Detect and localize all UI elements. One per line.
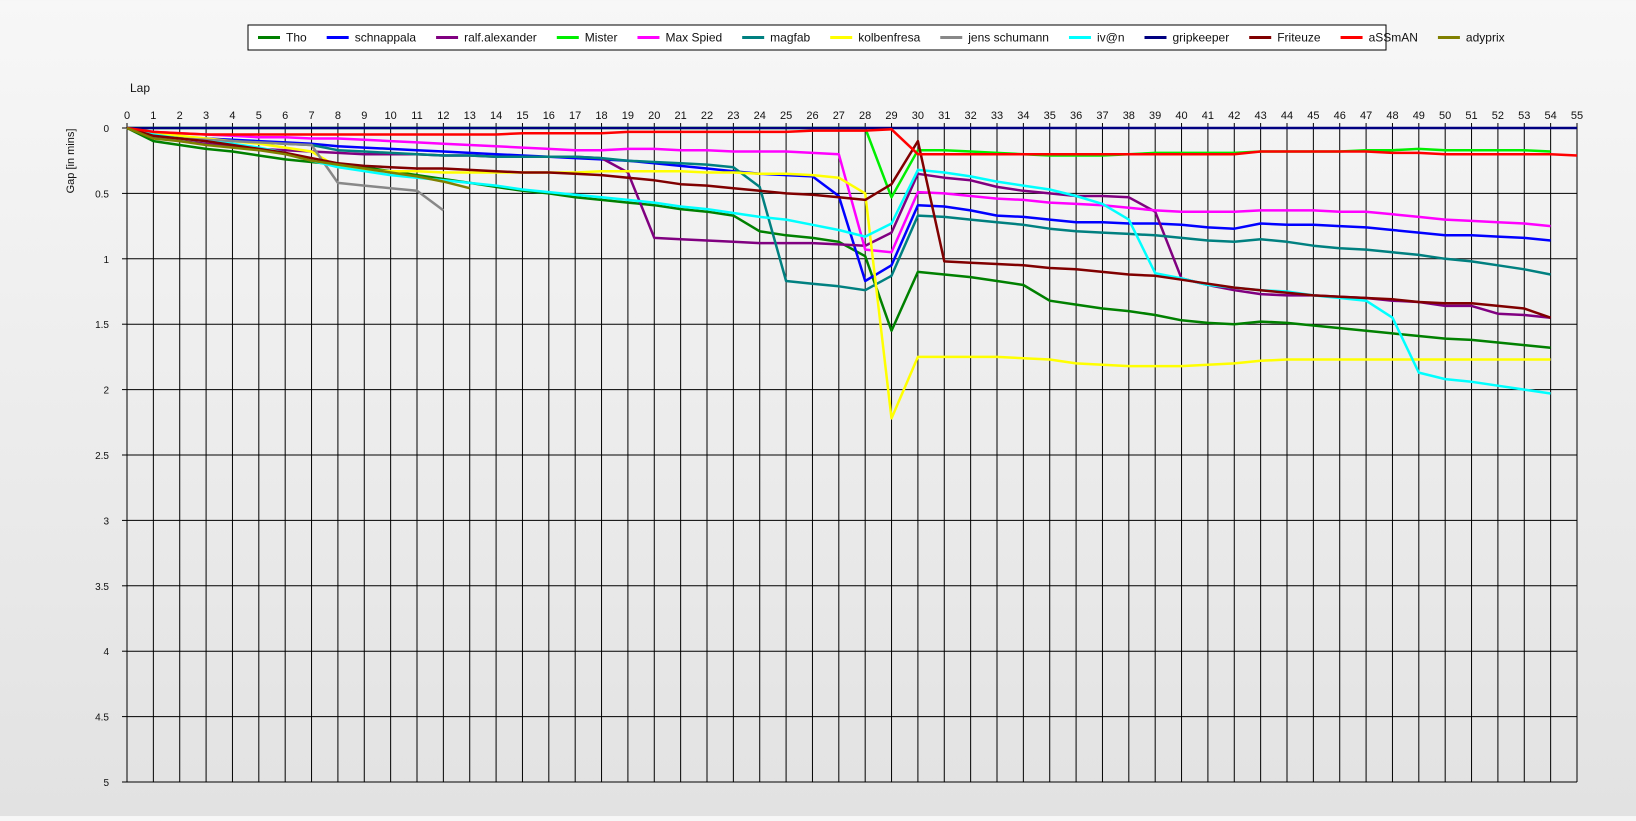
legend-label-5: magfab [770,31,810,45]
x-tick-label: 13 [464,110,476,122]
x-tick-label: 24 [754,110,766,122]
x-tick-label: 15 [516,110,528,122]
x-tick-label: 44 [1281,110,1293,122]
y-tick-label: 4 [103,647,109,658]
x-tick-label: 36 [1070,110,1082,122]
x-tick-label: 17 [569,110,581,122]
legend-label-4: Max Spied [665,31,722,45]
y-tick-label: 1.5 [95,320,109,331]
x-tick-label: 38 [1123,110,1135,122]
x-tick-label: 5 [256,110,262,122]
y-tick-label: 3 [103,516,109,527]
legend-label-11: aSSmAN [1369,31,1418,45]
legend-label-2: ralf.alexander [464,31,537,45]
x-tick-label: 3 [203,110,209,122]
legend-label-6: kolbenfresa [858,31,920,45]
y-tick-label: 0 [103,124,109,135]
y-tick-label: 2.5 [95,451,109,462]
x-tick-label: 6 [282,110,288,122]
x-tick-label: 16 [543,110,555,122]
x-tick-label: 10 [385,110,397,122]
y-tick-label: 0.5 [95,189,109,200]
x-tick-label: 35 [1044,110,1056,122]
x-tick-label: 23 [727,110,739,122]
x-tick-label: 47 [1360,110,1372,122]
gap-chart: Tho schnappala ralf.alexander Mister Max Spi… [65,24,1583,789]
legend-label-0: Tho [286,31,307,45]
x-tick-label: 33 [991,110,1003,122]
x-tick-label: 12 [437,110,449,122]
x-tick-label: 25 [780,110,792,122]
x-tick-label: 29 [885,110,897,122]
x-tick-label: 42 [1228,110,1240,122]
legend-label-8: iv@n [1097,31,1125,45]
series-layer [126,126,1578,420]
legend-label-10: Friteuze [1277,31,1321,45]
x-tick-label: 55 [1571,110,1583,122]
y-tick-label: 4.5 [95,713,109,724]
x-tick-label: 11 [411,110,422,122]
legend: Tho schnappala ralf.alexander Mister Max Spi… [247,24,1505,51]
legend-label-3: Mister [585,31,618,45]
x-tick-label: 32 [965,110,977,122]
y-tick-label: 5 [103,778,109,789]
x-tick-label: 43 [1255,110,1267,122]
x-tick-label: 51 [1465,110,1477,122]
x-tick-label: 0 [124,110,130,122]
x-tick-label: 26 [806,110,818,122]
x-tick-label: 4 [229,110,235,122]
y-tick-label: 1 [103,255,109,266]
x-tick-label: 49 [1413,110,1425,122]
chart-root: Tho schnappala ralf.alexander Mister Max Spi… [0,0,1636,816]
x-tick-label: 30 [912,110,924,122]
x-tick-label: 8 [335,110,341,122]
legend-label-9: gripkeeper [1173,31,1230,45]
y-tick-label: 3.5 [95,582,109,593]
x-tick-label: 31 [938,110,950,122]
legend-label-7: jens schumann [967,31,1049,45]
x-tick-label: 19 [622,110,634,122]
x-tick-label: 1 [150,110,156,122]
x-tick-label: 28 [859,110,871,122]
x-tick-label: 41 [1202,110,1214,122]
y-tick-label: 2 [103,386,109,397]
x-tick-label: 20 [648,110,660,122]
x-tick-label: 37 [1096,110,1108,122]
x-tick-label: 50 [1439,110,1451,122]
x-tick-label: 27 [833,110,845,122]
x-axis-label: Lap [130,81,150,95]
x-tick-label: 2 [177,110,183,122]
legend-label-12: adyprix [1466,31,1505,45]
y-axis-label: Gap [in mins] [65,129,77,194]
legend-label-1: schnappala [355,31,417,45]
x-tick-label: 53 [1518,110,1530,122]
x-tick-label: 34 [1017,110,1029,122]
x-tick-label: 7 [308,110,314,122]
x-tick-label: 14 [490,110,502,122]
x-tick-label: 21 [675,110,687,122]
x-tick-label: 39 [1149,110,1161,122]
x-tick-label: 22 [701,110,713,122]
x-tick-label: 40 [1175,110,1187,122]
x-tick-label: 18 [595,110,607,122]
x-tick-label: 54 [1545,110,1557,122]
x-tick-label: 9 [361,110,367,122]
x-tick-label: 52 [1492,110,1504,122]
x-tick-label: 45 [1307,110,1319,122]
x-tick-label: 46 [1334,110,1346,122]
x-tick-label: 48 [1386,110,1398,122]
